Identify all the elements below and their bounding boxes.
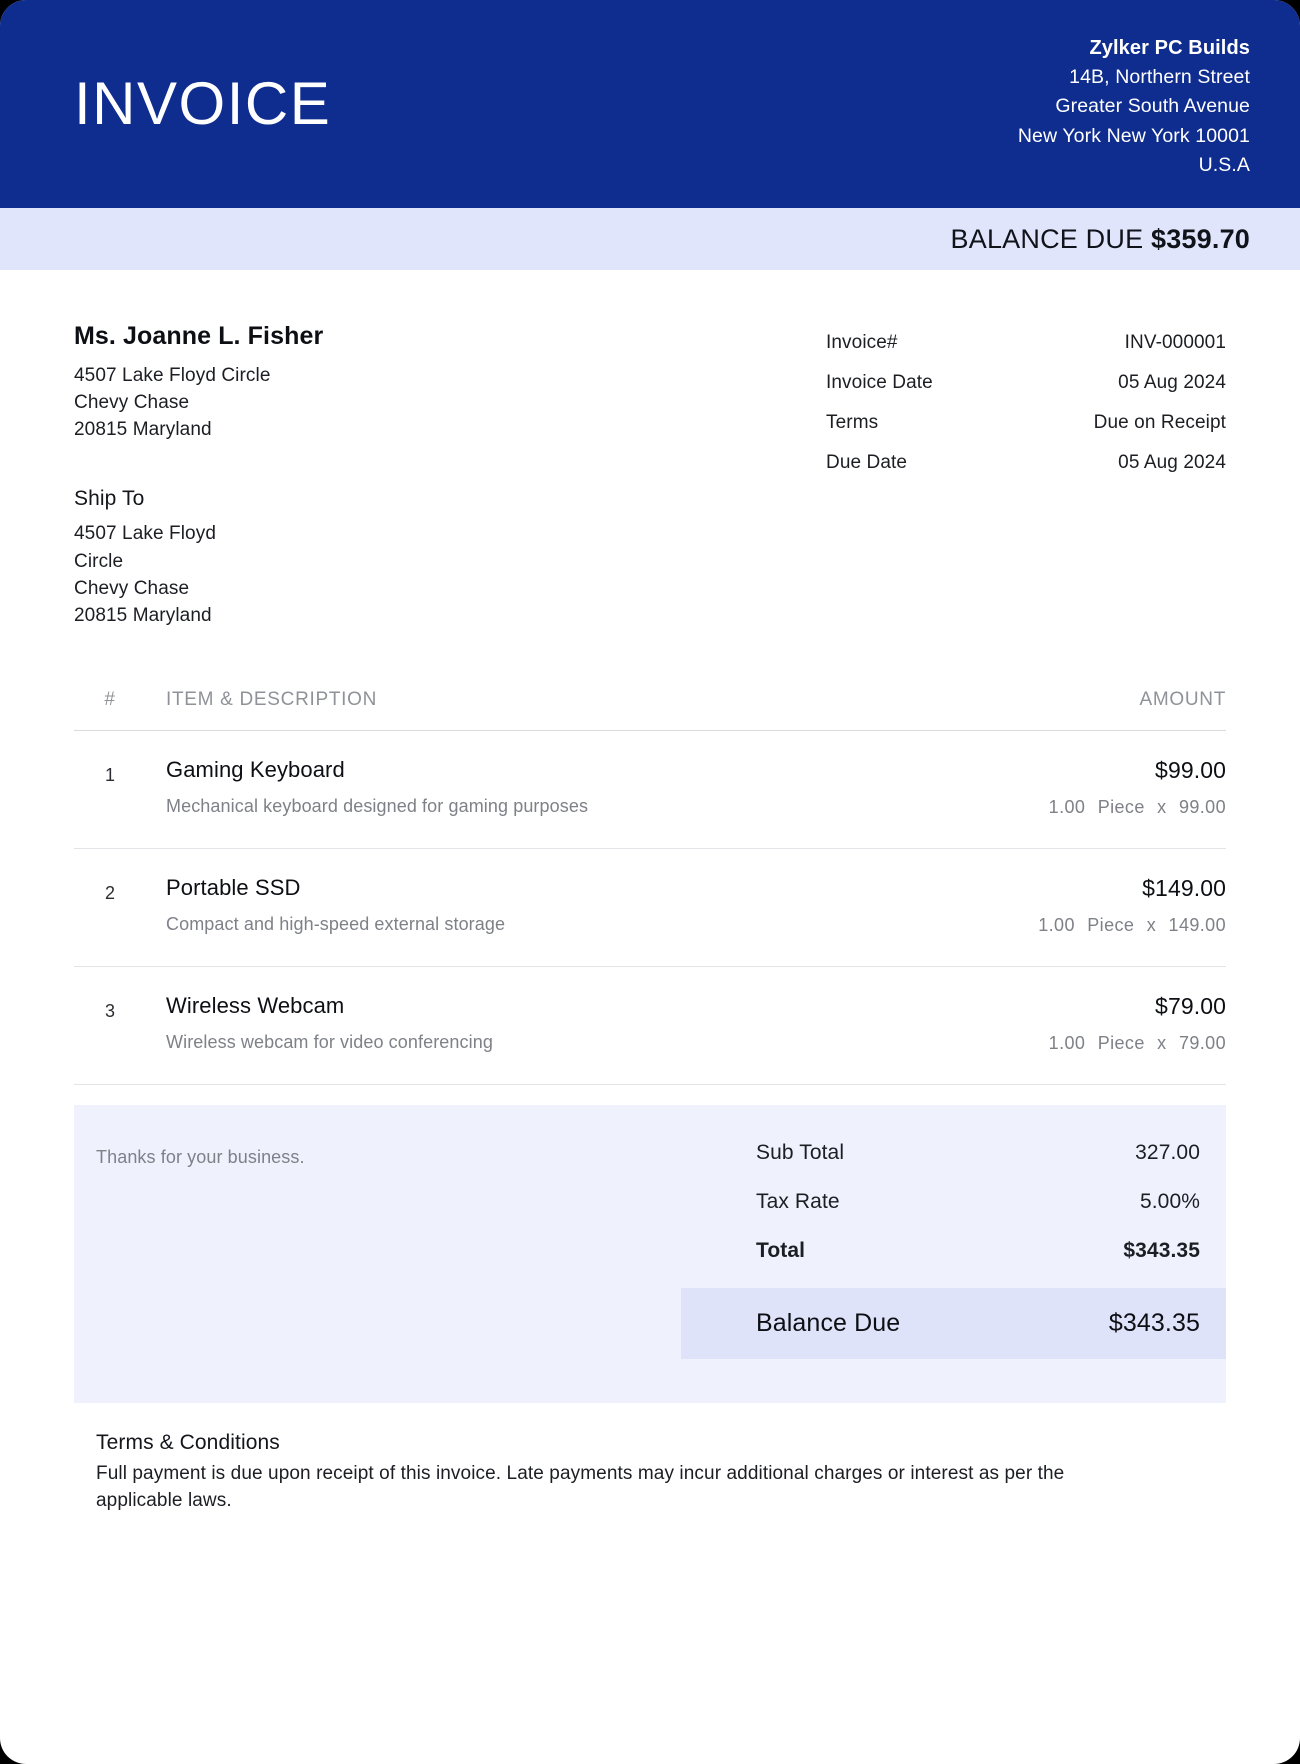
line-item-multiplier: x [1157,797,1166,817]
line-item-details: Wireless Webcam Wireless webcam for vide… [146,993,946,1053]
company-details: Zylker PC Builds 14B, Northern Street Gr… [1018,28,1274,180]
column-header-description: ITEM & DESCRIPTION [146,689,946,711]
bill-to-line: 4507 Lake Floyd Circle [74,362,554,389]
balance-due-banner-label: BALANCE DUE [951,224,1144,254]
bill-to-line: 20815 Maryland [74,416,554,443]
line-item-index: 1 [74,757,146,786]
meta-row-terms: Terms Due on Receipt [826,412,1226,434]
line-item-amount-cell: $79.00 1.00 Piece x 79.00 [946,993,1226,1054]
ship-to-line: 20815 Maryland [74,602,554,629]
invoice-document: INVOICE Zylker PC Builds 14B, Northern S… [0,0,1300,1764]
table-row: 2 Portable SSD Compact and high-speed ex… [74,849,1226,967]
total-value: $343.35 [1123,1239,1200,1263]
ship-to-title: Ship To [74,487,554,511]
line-item-qty: 1.00 [1049,1033,1086,1053]
line-item-name: Portable SSD [166,875,946,901]
thanks-note: Thanks for your business. [74,1141,305,1359]
customer-name: Ms. Joanne L. Fisher [74,322,554,351]
totals-row-total: Total $343.35 [681,1239,1226,1263]
line-item-details: Portable SSD Compact and high-speed exte… [146,875,946,935]
line-item-unit-rate: 149.00 [1169,915,1226,935]
line-item-index: 2 [74,875,146,904]
terms-text: Full payment is due upon receipt of this… [96,1461,1136,1515]
ship-to-line: Circle [74,548,554,575]
line-item-rate: 1.00 Piece x 79.00 [946,1033,1226,1054]
totals-block: Sub Total 327.00 Tax Rate 5.00% Total $3… [681,1141,1226,1359]
terms-title: Terms & Conditions [96,1431,1216,1455]
company-address-line: U.S.A [1018,151,1250,180]
line-item-amount: $99.00 [946,757,1226,784]
tax-rate-value: 5.00% [1140,1190,1200,1214]
table-header-row: # ITEM & DESCRIPTION AMOUNT [74,689,1226,731]
meta-row-invoice-date: Invoice Date 05 Aug 2024 [826,372,1226,394]
balance-due-banner-inner: BALANCE DUE $359.70 [951,224,1274,255]
line-item-name: Wireless Webcam [166,993,946,1019]
meta-label: Terms [826,412,878,434]
line-item-description: Wireless webcam for video conferencing [166,1032,946,1053]
line-item-name: Gaming Keyboard [166,757,946,783]
line-item-unit: Piece [1087,915,1134,935]
terms-and-conditions: Terms & Conditions Full payment is due u… [74,1431,1226,1515]
line-item-amount-cell: $99.00 1.00 Piece x 99.00 [946,757,1226,818]
line-item-unit-rate: 79.00 [1179,1033,1226,1053]
company-name: Zylker PC Builds [1018,34,1250,63]
meta-label: Invoice Date [826,372,933,394]
page-title: INVOICE [74,74,331,134]
line-item-description: Compact and high-speed external storage [166,914,946,935]
column-header-number: # [74,689,146,711]
subtotal-label: Sub Total [756,1141,844,1165]
line-item-unit: Piece [1098,1033,1145,1053]
parties-and-meta: Ms. Joanne L. Fisher 4507 Lake Floyd Cir… [74,270,1226,629]
line-item-qty: 1.00 [1038,915,1075,935]
column-header-amount: AMOUNT [946,689,1226,711]
total-label: Total [756,1239,805,1263]
subtotal-value: 327.00 [1135,1141,1200,1165]
line-item-index: 3 [74,993,146,1022]
meta-value: Due on Receipt [1094,412,1226,434]
ship-to-block: Ship To 4507 Lake Floyd Circle Chevy Cha… [74,487,554,629]
table-row: 1 Gaming Keyboard Mechanical keyboard de… [74,731,1226,849]
balance-due-banner: BALANCE DUE $359.70 [0,208,1300,270]
meta-row-due-date: Due Date 05 Aug 2024 [826,452,1226,474]
line-item-rate: 1.00 Piece x 149.00 [946,915,1226,936]
line-item-multiplier: x [1157,1033,1166,1053]
line-item-unit: Piece [1098,797,1145,817]
totals-row-tax-rate: Tax Rate 5.00% [681,1190,1226,1214]
meta-value: INV-000001 [1125,332,1226,354]
company-address-line: 14B, Northern Street [1018,63,1250,92]
totals-row-balance-due: Balance Due $343.35 [681,1288,1226,1359]
balance-due-banner-amount: $359.70 [1151,224,1250,254]
summary-panel: Thanks for your business. Sub Total 327.… [74,1105,1226,1403]
meta-row-invoice-number: Invoice# INV-000001 [826,332,1226,354]
line-item-details: Gaming Keyboard Mechanical keyboard desi… [146,757,946,817]
invoice-body: Ms. Joanne L. Fisher 4507 Lake Floyd Cir… [0,270,1300,1515]
invoice-meta-table: Invoice# INV-000001 Invoice Date 05 Aug … [826,332,1226,629]
line-item-unit-rate: 99.00 [1179,797,1226,817]
bill-to-block: Ms. Joanne L. Fisher 4507 Lake Floyd Cir… [74,322,554,629]
meta-label: Due Date [826,452,907,474]
line-item-description: Mechanical keyboard designed for gaming … [166,796,946,817]
balance-due-label: Balance Due [756,1309,900,1338]
ship-to-line: Chevy Chase [74,575,554,602]
invoice-header: INVOICE Zylker PC Builds 14B, Northern S… [0,0,1300,208]
ship-to-line: 4507 Lake Floyd [74,520,554,547]
line-item-amount: $79.00 [946,993,1226,1020]
line-item-amount: $149.00 [946,875,1226,902]
totals-row-subtotal: Sub Total 327.00 [681,1141,1226,1165]
line-items-table: # ITEM & DESCRIPTION AMOUNT 1 Gaming Key… [74,689,1226,1085]
line-item-rate: 1.00 Piece x 99.00 [946,797,1226,818]
tax-rate-label: Tax Rate [756,1190,840,1214]
meta-label: Invoice# [826,332,898,354]
bill-to-line: Chevy Chase [74,389,554,416]
line-item-qty: 1.00 [1049,797,1086,817]
line-item-amount-cell: $149.00 1.00 Piece x 149.00 [946,875,1226,936]
meta-value: 05 Aug 2024 [1118,452,1226,474]
company-address-line: Greater South Avenue [1018,92,1250,121]
line-item-multiplier: x [1147,915,1156,935]
company-address-line: New York New York 10001 [1018,122,1250,151]
meta-value: 05 Aug 2024 [1118,372,1226,394]
balance-due-value: $343.35 [1109,1309,1200,1338]
table-row: 3 Wireless Webcam Wireless webcam for vi… [74,967,1226,1085]
